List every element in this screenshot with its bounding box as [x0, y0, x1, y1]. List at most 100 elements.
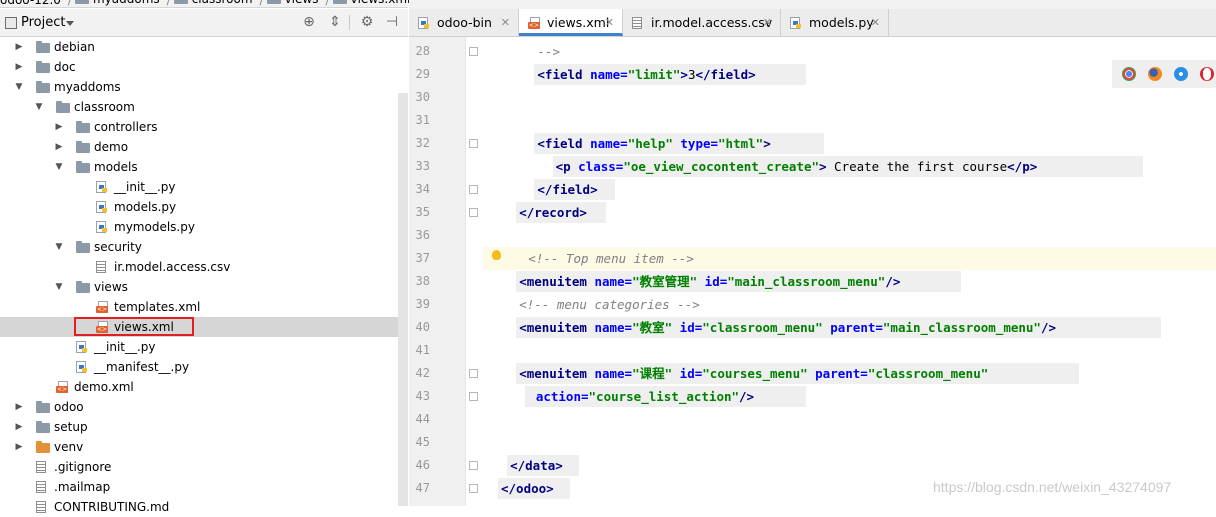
editor-tab[interactable]: models.py ✕: [781, 9, 889, 36]
breadcrumb-item[interactable]: views: [266, 0, 318, 7]
tree-item[interactable]: ▼ models: [0, 157, 408, 177]
firefox-icon[interactable]: [1148, 67, 1162, 81]
tree-item[interactable]: ▶ debian: [0, 37, 408, 57]
breadcrumb-separator: /: [259, 0, 264, 7]
gear-icon[interactable]: ⚙: [358, 13, 376, 31]
chevron-right-icon[interactable]: ▶: [14, 397, 24, 417]
code-line[interactable]: -->: [537, 40, 560, 63]
tree-item[interactable]: ▶ doc: [0, 57, 408, 77]
breadcrumb-item[interactable]: myaddoms: [74, 0, 160, 7]
tree-item[interactable]: ▶ odoo: [0, 397, 408, 417]
code-token: >: [763, 136, 771, 151]
tree-item[interactable]: <> templates.xml: [0, 297, 408, 317]
close-icon[interactable]: ✕: [501, 9, 510, 36]
tree-item[interactable]: ▼ classroom: [0, 97, 408, 117]
tree-item[interactable]: ▶ controllers: [0, 117, 408, 137]
close-icon[interactable]: ✕: [763, 9, 772, 36]
tree-item[interactable]: models.py: [0, 197, 408, 217]
target-icon[interactable]: ⊕: [300, 13, 318, 31]
chevron-down-icon[interactable]: ▼: [54, 157, 64, 177]
chrome-icon[interactable]: [1122, 67, 1136, 81]
close-icon[interactable]: ✕: [605, 9, 614, 36]
project-title[interactable]: Project: [21, 15, 65, 30]
fold-marker-icon[interactable]: [469, 392, 478, 401]
safari-icon[interactable]: [1174, 67, 1188, 81]
editor-tab[interactable]: odoo-bin ✕: [409, 9, 519, 36]
chevron-right-icon[interactable]: ▶: [54, 137, 64, 157]
tree-item[interactable]: ▼ myaddoms: [0, 77, 408, 97]
tree-item[interactable]: __init__.py: [0, 177, 408, 197]
code-line[interactable]: </data>: [510, 454, 563, 477]
lightbulb-icon[interactable]: [492, 250, 501, 260]
code-token: </field>: [537, 182, 598, 197]
tree-item[interactable]: ir.model.access.csv: [0, 257, 408, 277]
chevron-down-icon[interactable]: ▼: [34, 97, 44, 117]
tree-item[interactable]: ▼ security: [0, 237, 408, 257]
fold-marker-icon[interactable]: [469, 139, 478, 148]
fold-marker-icon[interactable]: [469, 208, 478, 217]
tree-item[interactable]: mymodels.py: [0, 217, 408, 237]
collapse-icon[interactable]: ⇕: [326, 13, 344, 31]
code-token: <field: [537, 67, 591, 82]
code-token: name=: [594, 366, 633, 381]
code-line[interactable]: </odoo>: [501, 477, 554, 500]
tree-item[interactable]: __manifest__.py: [0, 357, 408, 377]
folder-icon: [36, 441, 50, 453]
tree-item[interactable]: ▶ setup: [0, 417, 408, 437]
tree-item-label: __init__.py: [114, 180, 176, 194]
tree-item[interactable]: CONTRIBUTING.md: [0, 497, 408, 517]
chevron-down-icon[interactable]: [66, 21, 74, 26]
tree-item[interactable]: ▶ venv: [0, 437, 408, 457]
code-line[interactable]: </field>: [537, 178, 597, 201]
code-line[interactable]: <menuitem name="教室" id="classroom_menu" …: [519, 316, 1056, 339]
code-line[interactable]: action="course_list_action"/>: [528, 385, 754, 408]
chevron-right-icon[interactable]: ▶: [54, 117, 64, 137]
chevron-right-icon[interactable]: ▶: [14, 417, 24, 437]
tree-item[interactable]: <> views.xml: [0, 317, 408, 337]
python-file-icon: [790, 17, 802, 29]
fold-marker-icon[interactable]: [469, 185, 478, 194]
code-token: "classroom_menu": [867, 366, 989, 381]
code-line[interactable]: <menuitem name="课程" id="courses_menu" pa…: [519, 362, 988, 385]
tree-item[interactable]: ▼ views: [0, 277, 408, 297]
tree-item[interactable]: __init__.py: [0, 337, 408, 357]
breadcrumb-item[interactable]: odoo-12.0: [0, 0, 61, 8]
chevron-down-icon[interactable]: ▼: [14, 77, 24, 97]
editor-tab[interactable]: <> views.xml ✕: [519, 9, 623, 36]
code-line[interactable]: </record>: [519, 201, 587, 224]
chevron-down-icon[interactable]: ▼: [54, 237, 64, 257]
code-line[interactable]: <field name="help" type="html">: [537, 132, 770, 155]
tree-scrollbar[interactable]: [398, 93, 408, 506]
python-file-icon: [76, 361, 88, 373]
code-line[interactable]: <menuitem name="教室管理" id="main_classroom…: [519, 270, 900, 293]
fold-marker-icon[interactable]: [469, 369, 478, 378]
tree-item[interactable]: .mailmap: [0, 477, 408, 497]
code-line[interactable]: <field name="limit">3</field>: [537, 63, 755, 86]
code-line[interactable]: <!-- Top menu item -->: [528, 247, 694, 270]
chevron-right-icon[interactable]: ▶: [14, 437, 24, 457]
selection-highlight-box: [74, 317, 194, 336]
code-line[interactable]: <p class="oe_view_cocontent_create"> Cre…: [556, 155, 1038, 178]
code-token: <menuitem: [519, 366, 595, 381]
tree-item-label: CONTRIBUTING.md: [54, 500, 170, 514]
tree-item[interactable]: .gitignore: [0, 457, 408, 477]
fold-marker-icon[interactable]: [469, 47, 478, 56]
breadcrumb-item[interactable]: views.xml: [332, 0, 410, 7]
tree-item-label: setup: [54, 420, 88, 434]
close-icon[interactable]: ✕: [871, 9, 880, 36]
tree-item[interactable]: <> demo.xml: [0, 377, 408, 397]
fold-marker-icon[interactable]: [469, 461, 478, 470]
hide-icon[interactable]: ⊣: [383, 13, 401, 31]
chevron-down-icon[interactable]: ▼: [54, 277, 64, 297]
editor-tab[interactable]: ir.model.access.csv ✕: [623, 9, 781, 36]
folder-icon: [74, 0, 89, 4]
xml-file-icon: <>: [96, 301, 110, 313]
chevron-right-icon[interactable]: ▶: [14, 37, 24, 57]
browser-preview-bar: [1112, 60, 1216, 88]
chevron-right-icon[interactable]: ▶: [14, 57, 24, 77]
fold-marker-icon[interactable]: [469, 484, 478, 493]
code-line[interactable]: <!-- menu categories -->: [519, 293, 700, 316]
tree-item[interactable]: ▶ demo: [0, 137, 408, 157]
breadcrumb-item[interactable]: classroom: [173, 0, 253, 7]
opera-icon[interactable]: [1200, 67, 1214, 81]
